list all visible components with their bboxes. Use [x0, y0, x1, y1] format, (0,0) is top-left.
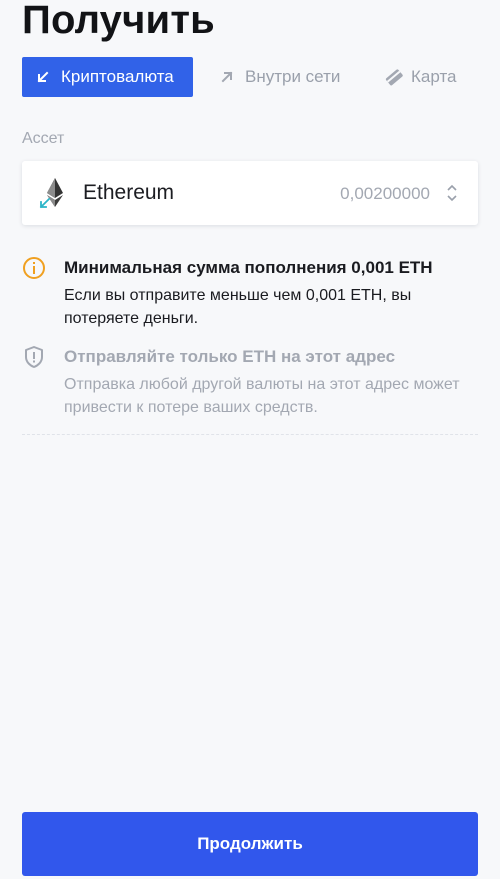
tab-card-label: Карта	[411, 67, 457, 86]
asset-selector[interactable]: Ethereum 0,00200000	[22, 161, 478, 225]
tab-crypto-label: Криптовалюта	[61, 67, 174, 86]
min-deposit-text: Если вы отправите меньше чем 0,001 ETH, …	[64, 287, 412, 327]
shield-alert-icon	[22, 345, 46, 369]
eth-only-text: Отправка любой другой валюты на этот адр…	[64, 376, 460, 416]
arrow-up-right-icon	[218, 68, 236, 86]
tab-network-label: Внутри сети	[245, 67, 341, 86]
chevron-up-down-icon	[446, 183, 458, 203]
eth-only-notice: Отправляйте только ETH на этот адрес Отп…	[22, 345, 478, 425]
asset-label: Ассет	[22, 130, 65, 147]
divider	[22, 434, 478, 435]
asset-name: Ethereum	[83, 181, 175, 204]
continue-button[interactable]: Продолжить	[22, 812, 478, 876]
tab-crypto[interactable]: Криптовалюта	[22, 57, 193, 97]
page-title: Получить	[22, 0, 215, 42]
tab-card[interactable]: Карта	[384, 57, 457, 97]
card-icon	[384, 68, 403, 86]
min-deposit-notice: Минимальная сумма пополнения 0,001 ETH Е…	[22, 256, 478, 336]
asset-amount: 0,00200000	[340, 184, 430, 203]
arrow-down-left-icon	[34, 68, 52, 86]
min-deposit-title: Минимальная сумма пополнения 0,001 ETH	[64, 258, 433, 277]
tab-network[interactable]: Внутри сети	[218, 57, 340, 97]
receive-method-tabs: Криптовалюта Внутри сети Карта	[22, 57, 478, 97]
ethereum-receive-icon	[38, 177, 70, 211]
info-circle-icon	[22, 256, 46, 280]
eth-only-title: Отправляйте только ETH на этот адрес	[64, 347, 396, 366]
